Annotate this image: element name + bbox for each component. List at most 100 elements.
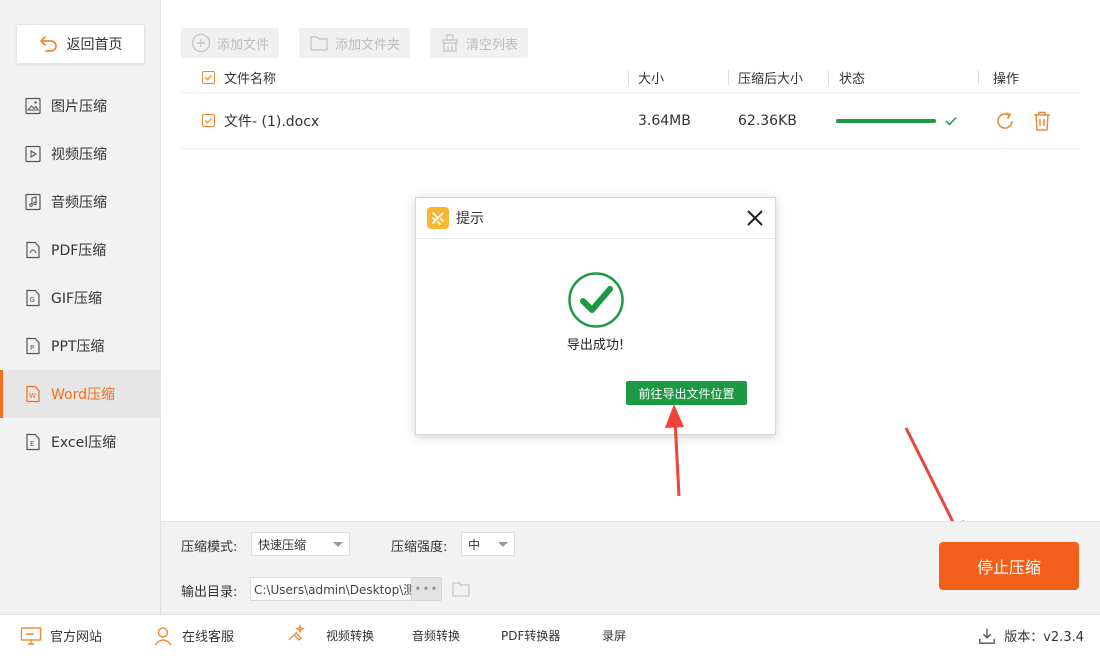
user-icon: [154, 626, 172, 645]
chevron-down-icon: [498, 542, 508, 547]
monitor-icon: [20, 626, 42, 645]
plus-circle-icon: [191, 33, 211, 53]
back-home-button[interactable]: 返回首页: [16, 24, 145, 64]
clear-list-label: 清空列表: [466, 37, 519, 53]
row-checkbox[interactable]: [202, 93, 215, 148]
website-label: 官方网站: [50, 630, 103, 645]
sidebar-item-gif[interactable]: G GIF压缩: [0, 274, 161, 322]
refresh-icon: [997, 111, 1013, 129]
add-file-label: 添加文件: [217, 37, 270, 53]
version-label: 版本：v2.3.4: [1004, 630, 1084, 645]
video-file-icon: [25, 145, 41, 163]
excel-file-icon: E: [26, 433, 40, 451]
checkbox-checked[interactable]: [202, 114, 215, 127]
strength-label: 压缩强度:: [391, 540, 448, 555]
table-row[interactable]: 文件- (1).docx 3.64MB 62.36KB: [181, 93, 1079, 149]
add-folder-label: 添加文件夹: [335, 37, 401, 53]
file-table-header: 文件名称 大小 压缩后大小 状态 操作: [181, 62, 1079, 93]
sidebar-item-label: 图片压缩: [51, 99, 107, 115]
version-info[interactable]: 版本：v2.3.4: [978, 615, 1084, 656]
success-dialog: 提示 导出成功! 前往导出文件位置: [415, 197, 776, 435]
column-divider: [728, 70, 729, 85]
add-file-button[interactable]: 添加文件: [181, 28, 280, 58]
header-actions: 操作: [993, 72, 1020, 87]
chevron-down-icon: [333, 542, 343, 547]
sidebar-item-label: PPT压缩: [51, 339, 105, 355]
strength-value: 中: [468, 537, 481, 552]
support-label: 在线客服: [182, 630, 235, 645]
check-mark-icon: [204, 74, 213, 81]
mode-select[interactable]: 快速压缩: [251, 532, 350, 556]
sidebar-item-word[interactable]: W Word压缩: [0, 370, 161, 418]
svg-text:P: P: [30, 344, 34, 352]
file-size: 3.64MB: [638, 112, 691, 129]
svg-text:W: W: [29, 392, 36, 400]
screen-record-link[interactable]: 录屏: [602, 615, 626, 656]
pdf-convert-link[interactable]: PDF转换器: [501, 615, 560, 656]
pdf-file-icon: [26, 241, 40, 259]
audio-file-icon: [25, 193, 41, 211]
sidebar-nav: 图片压缩 视频压缩 音频压缩 PDF压缩 G GIF压缩 P PPT压缩 W W…: [0, 82, 161, 466]
svg-text:G: G: [30, 296, 35, 304]
sidebar-item-ppt[interactable]: P PPT压缩: [0, 322, 161, 370]
file-toolbar: 添加文件 添加文件夹 清空列表: [181, 28, 529, 58]
sidebar-item-label: 视频压缩: [51, 147, 107, 163]
broom-icon: [442, 34, 458, 52]
sidebar-item-audio[interactable]: 音频压缩: [0, 178, 161, 226]
sidebar-item-image[interactable]: 图片压缩: [0, 82, 161, 130]
clear-list-button[interactable]: 清空列表: [430, 28, 529, 58]
close-icon[interactable]: [745, 208, 765, 228]
output-dir-input[interactable]: C:\Users\admin\Desktop\测: [250, 577, 413, 601]
back-home-label: 返回首页: [66, 37, 123, 53]
header-size: 大小: [638, 72, 665, 87]
dialog-title: 提示: [456, 211, 484, 227]
sidebar-item-label: Word压缩: [51, 387, 115, 403]
column-divider: [978, 70, 979, 85]
online-support-link[interactable]: 在线客服: [152, 615, 234, 656]
gif-file-icon: G: [26, 289, 40, 307]
compressed-size: 62.36KB: [738, 112, 797, 129]
official-website-link[interactable]: 官方网站: [20, 615, 102, 656]
sidebar-item-video[interactable]: 视频压缩: [0, 130, 161, 178]
open-export-location-button[interactable]: 前往导出文件位置: [626, 381, 747, 405]
file-name: 文件- (1).docx: [224, 113, 320, 130]
open-folder-icon[interactable]: [451, 579, 471, 599]
column-divider: [628, 70, 629, 85]
sparkle-broom-icon: [288, 624, 305, 641]
output-dir-label: 输出目录:: [181, 585, 238, 600]
sidebar: 返回首页 图片压缩 视频压缩 音频压缩 PDF压缩 G GIF压缩 P PPT压…: [0, 0, 161, 614]
done-check-icon: [945, 116, 957, 126]
header-name: 文件名称: [224, 72, 277, 87]
delete-button[interactable]: [1032, 93, 1052, 148]
compression-settings-panel: 压缩模式: 快速压缩 压缩强度: 中 输出目录: C:\Users\admin\…: [161, 521, 1100, 614]
sidebar-item-label: 音频压缩: [51, 195, 107, 211]
header-status: 状态: [839, 72, 866, 87]
sidebar-item-label: PDF压缩: [51, 243, 107, 259]
browse-button[interactable]: •••: [411, 577, 442, 601]
audio-convert-link[interactable]: 音频转换: [412, 615, 460, 656]
back-arrow-icon: [39, 36, 57, 52]
video-convert-link[interactable]: 视频转换: [326, 615, 374, 656]
strength-select[interactable]: 中: [461, 532, 515, 556]
ppt-file-icon: P: [26, 337, 40, 355]
success-check-icon: [568, 272, 624, 328]
checkbox-checked[interactable]: [202, 71, 215, 84]
dialog-header: 提示: [416, 198, 775, 239]
word-file-icon: W: [26, 385, 40, 403]
sidebar-item-excel[interactable]: E Excel压缩: [0, 418, 161, 466]
progress-bar: [836, 118, 936, 123]
download-icon: [979, 628, 996, 644]
select-all-checkbox[interactable]: [202, 62, 215, 93]
mode-value: 快速压缩: [258, 537, 307, 552]
sidebar-item-label: GIF压缩: [51, 291, 103, 307]
svg-text:E: E: [30, 440, 34, 448]
sidebar-item-pdf[interactable]: PDF压缩: [0, 226, 161, 274]
add-folder-button[interactable]: 添加文件夹: [299, 28, 411, 58]
status-cell: [836, 93, 958, 148]
footer-bar: 官方网站 在线客服 视频转换 音频转换 PDF转换器 录屏 版本：v2.3.4: [0, 614, 1100, 656]
retry-button[interactable]: [994, 93, 1016, 148]
stop-compression-button[interactable]: 停止压缩: [939, 542, 1079, 590]
image-file-icon: [25, 97, 41, 115]
sidebar-item-label: Excel压缩: [51, 435, 117, 451]
dialog-message: 导出成功!: [566, 338, 625, 353]
